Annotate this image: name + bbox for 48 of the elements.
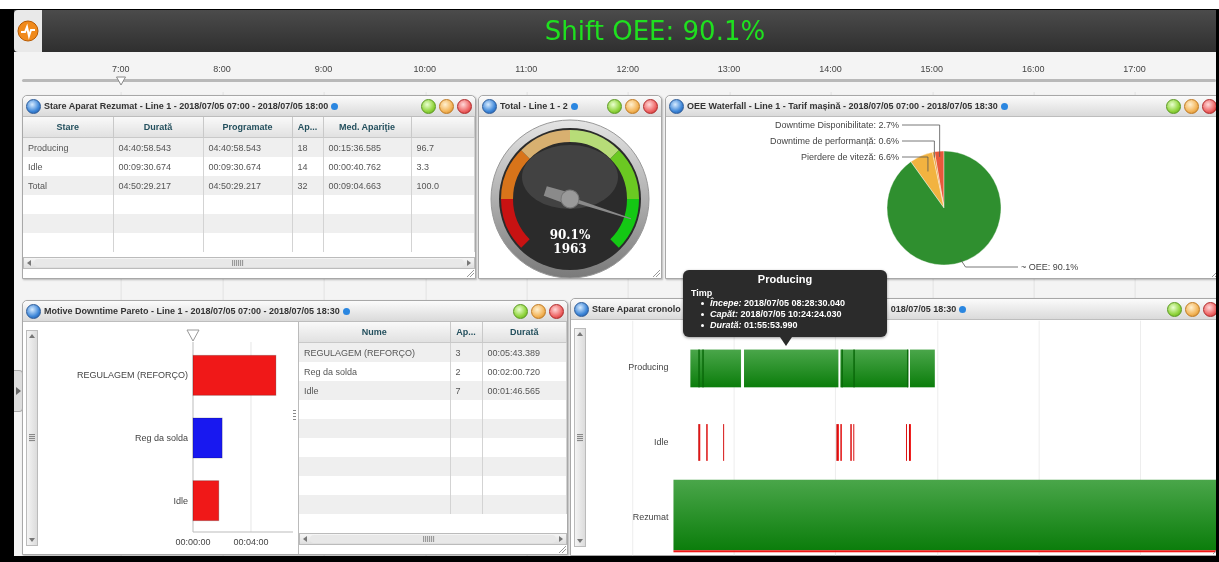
time-tick-label: 15:00: [919, 64, 945, 74]
time-tick-label: 12:00: [615, 64, 640, 74]
window-title: Stare Aparat cronolo: [592, 304, 681, 314]
window-title: Motive Downtime Pareto - Line 1 - 2018/07/05 07:00 - 2018/07/05 18:30: [44, 306, 340, 316]
table-cell: 100.0: [411, 176, 475, 195]
axis-tick-label: 00:04:00: [233, 537, 269, 547]
pie-label: Downtime de performanță: 0.6%: [769, 136, 899, 146]
table-cell: Producing: [23, 137, 113, 157]
table-cell: 04:50:29.217: [203, 176, 292, 195]
tooltip-text: Începe: 2018/07/05 08:28:30.040: [710, 298, 846, 309]
time-tick-label: 7:00: [110, 64, 131, 74]
tooltip-heading: Timp: [691, 288, 713, 298]
time-tick-label: 9:00: [313, 64, 334, 74]
time-tick-label: 16:00: [1020, 64, 1046, 74]
tooltip-text: Durată: 01:55:53.990: [710, 320, 798, 331]
window-title: 018/07/05 18:30: [890, 304, 957, 314]
time-tick-label: 14:00: [818, 64, 843, 74]
category-label: Idle: [173, 495, 188, 506]
pie-label: Pierdere de viteză: 6.6%: [800, 152, 899, 162]
table-cell: 00:01:46.565: [482, 381, 567, 400]
table-cell: 00:09:04.663: [323, 176, 411, 195]
row-label: Idle: [654, 436, 669, 447]
time-tick-label: 11:00: [514, 64, 539, 74]
window-title: OEE Waterfall - Line 1 - Tarif mașină - 2018/07/05 07:00 - 2018/07/05 18:30: [687, 101, 998, 111]
table-cell: 7: [450, 381, 482, 400]
table-cell: REGULAGEM (REFORÇO): [299, 342, 450, 362]
table-cell: Total: [23, 176, 113, 195]
gauge-value: 90.1%: [549, 227, 591, 242]
tooltip-title: Producing: [756, 273, 814, 285]
axis-tick-label: 00:00:00: [175, 537, 211, 547]
pie-label: ~ OEE: 90.1%: [1021, 262, 1079, 272]
window-title: Stare Aparat Rezumat - Line 1 - 2018/07/05 07:00 - 2018/07/05 18:00: [44, 101, 329, 111]
table-cell: 32: [292, 176, 323, 195]
gauge-count: 1963: [553, 241, 587, 256]
row-label: Producing: [628, 362, 669, 373]
table-cell: 04:50:29.217: [113, 176, 203, 195]
table-cell: Idle: [299, 381, 450, 400]
time-tick-label: 10:00: [412, 64, 438, 74]
time-tick-label: 8:00: [212, 64, 232, 74]
pie-label: Downtime Disponibilitate: 2.7%: [774, 120, 899, 130]
row-label: Rezumat: [632, 512, 669, 523]
tooltip-text: Capăt: 2018/07/05 10:24:24.030: [710, 309, 842, 320]
dashboard-title: Shift OEE: 90.1%: [544, 16, 766, 46]
time-tick-label: 17:00: [1122, 64, 1147, 74]
time-tick-label: 13:00: [716, 64, 742, 74]
category-label: Reg da solda: [134, 433, 188, 443]
window-title: Total - Line 1 - 2: [500, 101, 568, 111]
category-label: REGULAGEM (REFORÇO): [77, 370, 188, 381]
